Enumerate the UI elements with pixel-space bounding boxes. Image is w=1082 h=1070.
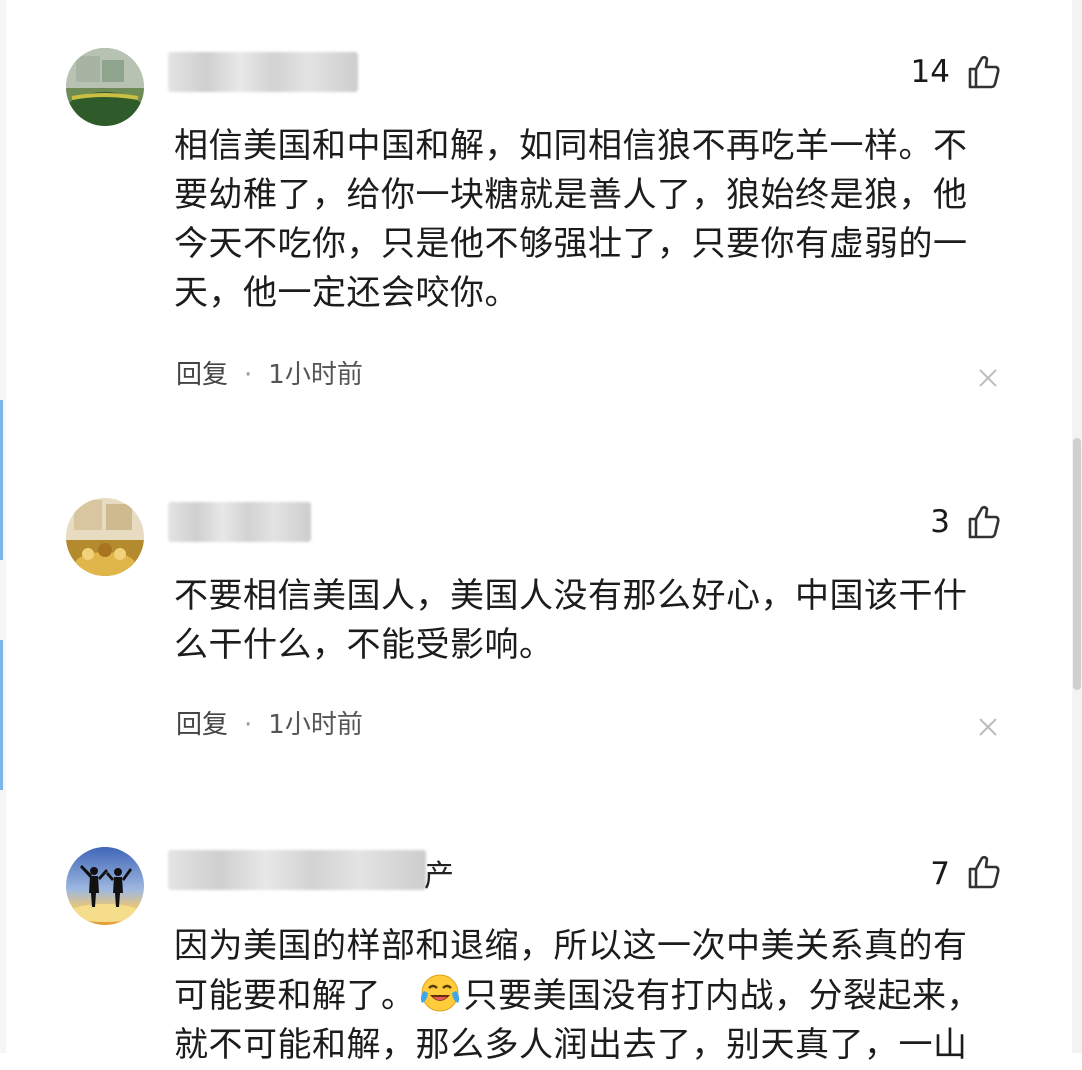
comment-item: 3 不要相信美国人，美国人没有那么好心，中国该干什么干什么，不能受影响。 回复 ·… bbox=[0, 440, 1070, 820]
reply-button[interactable]: 回复 bbox=[176, 360, 228, 390]
avatar[interactable] bbox=[66, 498, 144, 576]
like-count: 14 bbox=[910, 54, 950, 90]
username-blurred[interactable] bbox=[168, 850, 426, 890]
comment-text: 因为美国的样部和退缩，所以这一次中美关系真的有可能要和解了。 只要美国没有打内战… bbox=[174, 922, 994, 1070]
thumbs-up-icon[interactable] bbox=[966, 854, 1002, 890]
scrollbar[interactable] bbox=[1072, 0, 1082, 1053]
crying-laughing-emoji-icon bbox=[420, 974, 459, 1012]
comment-time: 1小时前 bbox=[268, 710, 363, 740]
avatar[interactable] bbox=[66, 847, 144, 925]
comment-meta: 回复 · 1小时前 bbox=[176, 354, 363, 391]
comment-meta: 回复 · 1小时前 bbox=[176, 704, 363, 741]
reply-button[interactable]: 回复 bbox=[176, 710, 228, 740]
like-count: 3 bbox=[930, 504, 950, 540]
comment-item: 14 相信美国和中国和解，如同相信狼不再吃羊一样。不要幼稚了，给你一块糖就是善人… bbox=[0, 0, 1070, 440]
scrollbar-thumb[interactable] bbox=[1073, 438, 1081, 690]
username-suffix[interactable]: 产 bbox=[424, 851, 454, 895]
comment-time: 1小时前 bbox=[268, 360, 363, 390]
comment-item: 产 7 因为美国的样部和退缩，所以这一次中美关系真的有可能要和解了。 只要美国没… bbox=[0, 820, 1070, 1065]
username-blurred[interactable] bbox=[168, 52, 358, 92]
username-blurred[interactable] bbox=[168, 502, 311, 542]
close-icon[interactable] bbox=[977, 367, 999, 389]
close-icon[interactable] bbox=[977, 716, 999, 738]
avatar[interactable] bbox=[66, 48, 144, 126]
thumbs-up-icon[interactable] bbox=[966, 504, 1002, 540]
meta-separator: · bbox=[244, 360, 253, 390]
comment-text: 不要相信美国人，美国人没有那么好心，中国该干什么干什么，不能受影响。 bbox=[174, 576, 968, 665]
comment-text: 相信美国和中国和解，如同相信狼不再吃羊一样。不要幼稚了，给你一块糖就是善人了，狼… bbox=[174, 126, 968, 313]
thumbs-up-icon[interactable] bbox=[966, 54, 1002, 90]
meta-separator: · bbox=[244, 710, 253, 740]
like-count: 7 bbox=[930, 856, 950, 892]
